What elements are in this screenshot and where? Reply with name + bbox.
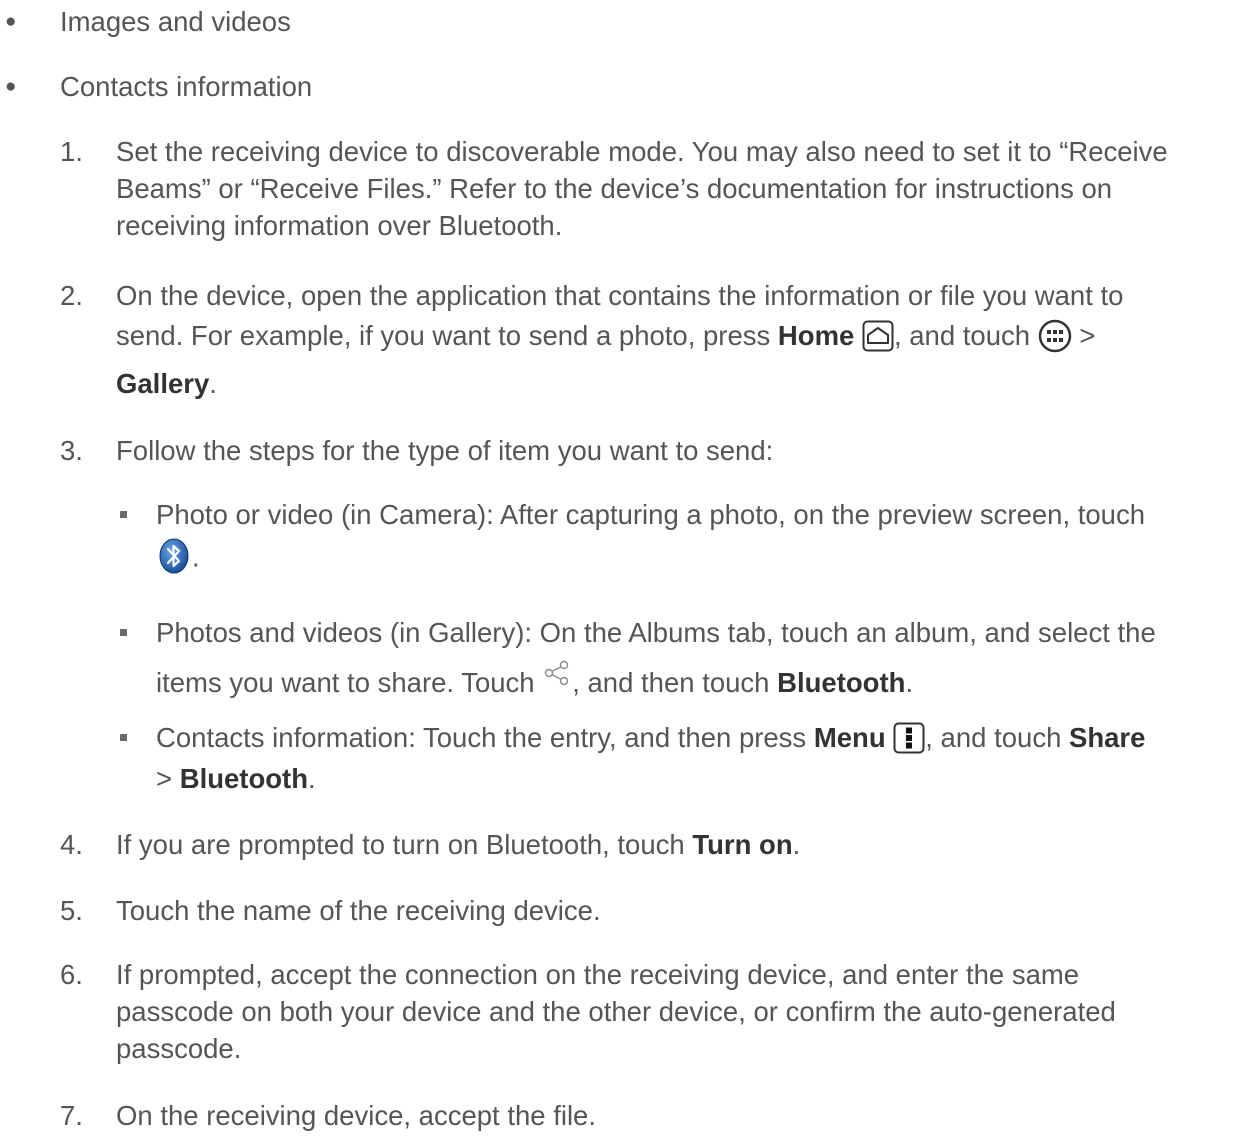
step-text: If you are prompted to turn on Bluetooth… xyxy=(116,829,693,860)
step-text: Set the receiving device to discoverable… xyxy=(116,136,1168,167)
bullet-marker: ● xyxy=(5,76,17,97)
sub-step-text: . xyxy=(192,541,200,573)
sub-step-text: Contacts information: Touch the entry, a… xyxy=(156,722,814,753)
step-text: If prompted, accept the connection on th… xyxy=(116,959,1080,990)
bullet-marker: ● xyxy=(5,11,17,32)
step-text-line: send. For example, if you want to send a… xyxy=(116,319,1095,355)
step-text: On the receiving device, accept the file… xyxy=(116,1100,596,1131)
share-icon xyxy=(544,660,570,686)
step-number: 7. xyxy=(60,1100,83,1131)
share-label: Share xyxy=(1069,722,1146,753)
sub-step-text: . xyxy=(308,763,316,794)
step-number: 2. xyxy=(60,280,83,311)
bluetooth-label: Bluetooth xyxy=(777,667,906,698)
step-text: . xyxy=(209,368,217,399)
sub-step-text: . xyxy=(905,667,914,698)
step-number: 3. xyxy=(60,435,83,466)
sub-step-text-line: items you want to share. Touch , and the… xyxy=(156,660,914,700)
sub-step-text-line: . xyxy=(156,537,200,578)
step-text: . xyxy=(792,829,801,860)
sub-step-text-line: > Bluetooth. xyxy=(156,762,316,796)
sub-step-text: Photo or video (in Camera): After captur… xyxy=(156,499,1146,530)
home-label: Home xyxy=(777,320,855,351)
bluetooth-label: Bluetooth xyxy=(179,763,309,794)
sub-bullet-marker xyxy=(120,629,127,636)
step-text: passcode. xyxy=(116,1033,242,1064)
bluetooth-icon xyxy=(156,537,192,575)
step-text: , and touch xyxy=(893,320,1038,351)
menu-label: Menu xyxy=(813,722,886,753)
bullet-item: Images and videos xyxy=(60,6,291,37)
bullet-item: Contacts information xyxy=(60,71,313,102)
apps-icon xyxy=(1038,319,1072,353)
step-text: receiving information over Bluetooth. xyxy=(116,210,563,241)
sub-bullet-marker xyxy=(120,511,127,518)
sub-step-text: , and then touch xyxy=(572,667,778,698)
step-text: On the device, open the application that… xyxy=(116,280,1124,311)
sub-step-text: Photos and videos (in Gallery): On the A… xyxy=(156,617,1156,648)
step-text-line: If you are prompted to turn on Bluetooth… xyxy=(116,828,800,862)
step-text: Beams” or “Receive Files.” Refer to the … xyxy=(116,173,1113,204)
sub-step-text-line: Contacts information: Touch the entry, a… xyxy=(156,721,1145,756)
home-icon xyxy=(862,320,894,352)
sub-step-text: items you want to share. Touch xyxy=(156,667,543,698)
step-number: 6. xyxy=(60,959,83,990)
step-text: > xyxy=(1071,320,1096,351)
step-text: passcode on both your device and the oth… xyxy=(116,996,1116,1027)
menu-icon xyxy=(893,722,925,754)
step-text: Touch the name of the receiving device. xyxy=(116,895,601,926)
sub-step-text: , and touch xyxy=(925,722,1069,753)
step-number: 5. xyxy=(60,895,83,926)
step-number: 1. xyxy=(60,136,83,167)
sub-bullet-marker xyxy=(120,734,127,741)
step-number: 4. xyxy=(60,829,83,860)
turn-on-label: Turn on xyxy=(692,829,793,860)
step-text-line: Gallery. xyxy=(116,367,217,401)
step-text: Follow the steps for the type of item yo… xyxy=(116,435,774,466)
gallery-label: Gallery xyxy=(116,368,210,399)
sub-step-text: > xyxy=(156,763,180,794)
step-text: send. For example, if you want to send a… xyxy=(116,320,778,351)
